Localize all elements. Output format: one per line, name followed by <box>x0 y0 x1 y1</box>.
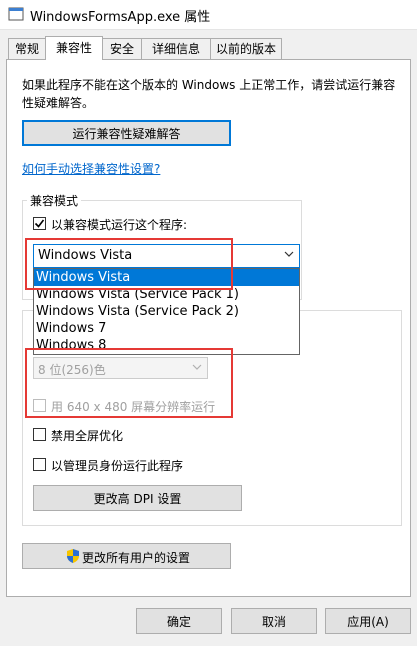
title-bar[interactable]: WindowsFormsApp.exe 属性 <box>0 0 417 30</box>
run-as-admin-checkbox[interactable] <box>33 458 46 471</box>
app-window-icon <box>8 7 24 21</box>
tab-security[interactable]: 安全 <box>102 38 142 59</box>
annotation-box-top <box>25 238 233 290</box>
window-title: WindowsFormsApp.exe 属性 <box>30 10 211 25</box>
checkmark-icon <box>34 219 45 228</box>
apply-button[interactable]: 应用(A) <box>325 608 411 634</box>
compat-mode-checkbox[interactable] <box>33 217 46 230</box>
compat-mode-legend: 兼容模式 <box>27 192 82 209</box>
cancel-button[interactable]: 取消 <box>231 608 317 634</box>
annotation-box-bottom <box>25 348 233 418</box>
dropdown-option[interactable]: Windows 7 <box>34 320 299 337</box>
disable-fullscreen-opt-label: 禁用全屏优化 <box>51 429 124 443</box>
tab-previous-versions[interactable]: 以前的版本 <box>210 38 282 59</box>
run-troubleshooter-button[interactable]: 运行兼容性疑难解答 <box>22 120 231 146</box>
change-all-users-button[interactable]: 更改所有用户的设置 <box>22 543 231 569</box>
ok-button[interactable]: 确定 <box>136 608 222 634</box>
compat-mode-checkbox-label: 以兼容模式运行这个程序: <box>51 218 188 232</box>
run-as-admin-label: 以管理员身份运行此程序 <box>51 459 184 473</box>
change-all-users-label: 更改所有用户的设置 <box>82 551 191 565</box>
change-dpi-button[interactable]: 更改高 DPI 设置 <box>33 485 242 511</box>
tab-compatibility[interactable]: 兼容性 <box>45 36 103 60</box>
chevron-down-icon <box>284 251 294 257</box>
manual-settings-link[interactable]: 如何手动选择兼容性设置? <box>22 160 160 177</box>
dropdown-option[interactable]: Windows Vista (Service Pack 2) <box>34 303 299 320</box>
intro-text: 如果此程序不能在这个版本的 Windows 上正常工作，请尝试运行兼容性疑难解答… <box>22 78 396 110</box>
disable-fullscreen-opt-checkbox[interactable] <box>33 428 46 441</box>
tab-general[interactable]: 常规 <box>8 38 46 59</box>
tab-details[interactable]: 详细信息 <box>141 38 211 59</box>
uac-shield-icon <box>67 549 79 563</box>
